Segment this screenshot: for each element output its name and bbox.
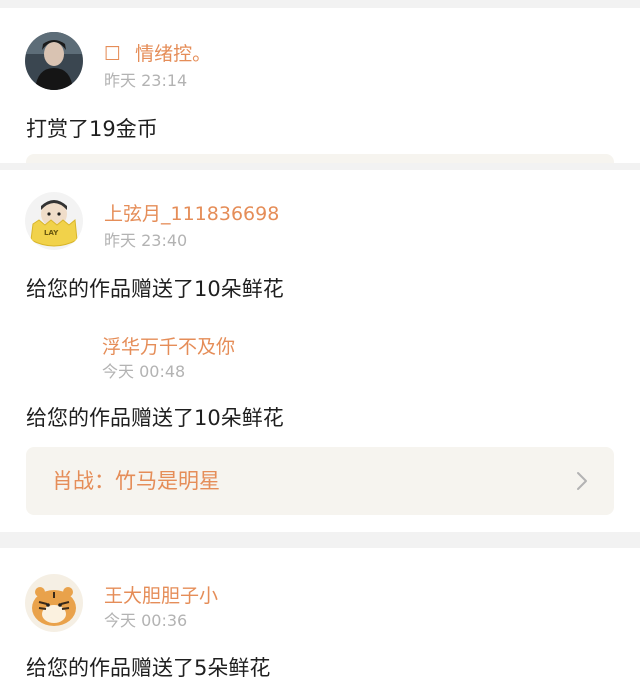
feed-item: 王大胆胆子小 今天 00:36 给您的作品赠送了5朵鲜花 — [0, 548, 640, 689]
work-title: 肖战：竹马是明星 — [52, 469, 220, 493]
message-text: 给您的作品赠送了10朵鲜花 — [26, 277, 284, 301]
user-name[interactable]: 上弦月_111836698 — [104, 199, 279, 226]
work-link[interactable]: 肖战：竹马是明星 — [26, 447, 614, 515]
work-link-partial[interactable] — [26, 154, 614, 163]
timestamp: 今天 00:36 — [104, 611, 188, 630]
message-text: 给您的作品赠送了5朵鲜花 — [26, 656, 271, 680]
user-name[interactable]: ☐ 情绪控。 — [104, 39, 211, 66]
sub-timestamp: 今天 00:48 — [102, 362, 186, 381]
message-text: 打赏了19金币 — [26, 117, 158, 141]
sub-user-name[interactable]: 浮华万千不及你 — [102, 332, 235, 359]
avatar[interactable] — [25, 32, 83, 90]
timestamp: 昨天 23:40 — [104, 231, 188, 250]
avatar[interactable] — [25, 574, 83, 632]
feed-item: LAY 上弦月_111836698 昨天 23:40 给您的作品赠送了10朵鲜花… — [0, 170, 640, 532]
avatar-dark-portrait-icon — [25, 32, 83, 90]
timestamp: 昨天 23:14 — [104, 71, 188, 90]
feed-item: ☐ 情绪控。 昨天 23:14 打赏了19金币 — [0, 8, 640, 163]
name-prefix-icon: ☐ — [104, 43, 122, 65]
avatar-tiger-icon — [25, 574, 83, 632]
avatar-egg-character-icon — [25, 192, 83, 250]
user-name[interactable]: 王大胆胆子小 — [104, 581, 218, 608]
avatar-badge: LAY — [44, 229, 59, 237]
chevron-right-icon — [577, 472, 587, 490]
sub-message-text: 给您的作品赠送了10朵鲜花 — [26, 406, 284, 430]
avatar[interactable]: LAY — [25, 192, 83, 250]
